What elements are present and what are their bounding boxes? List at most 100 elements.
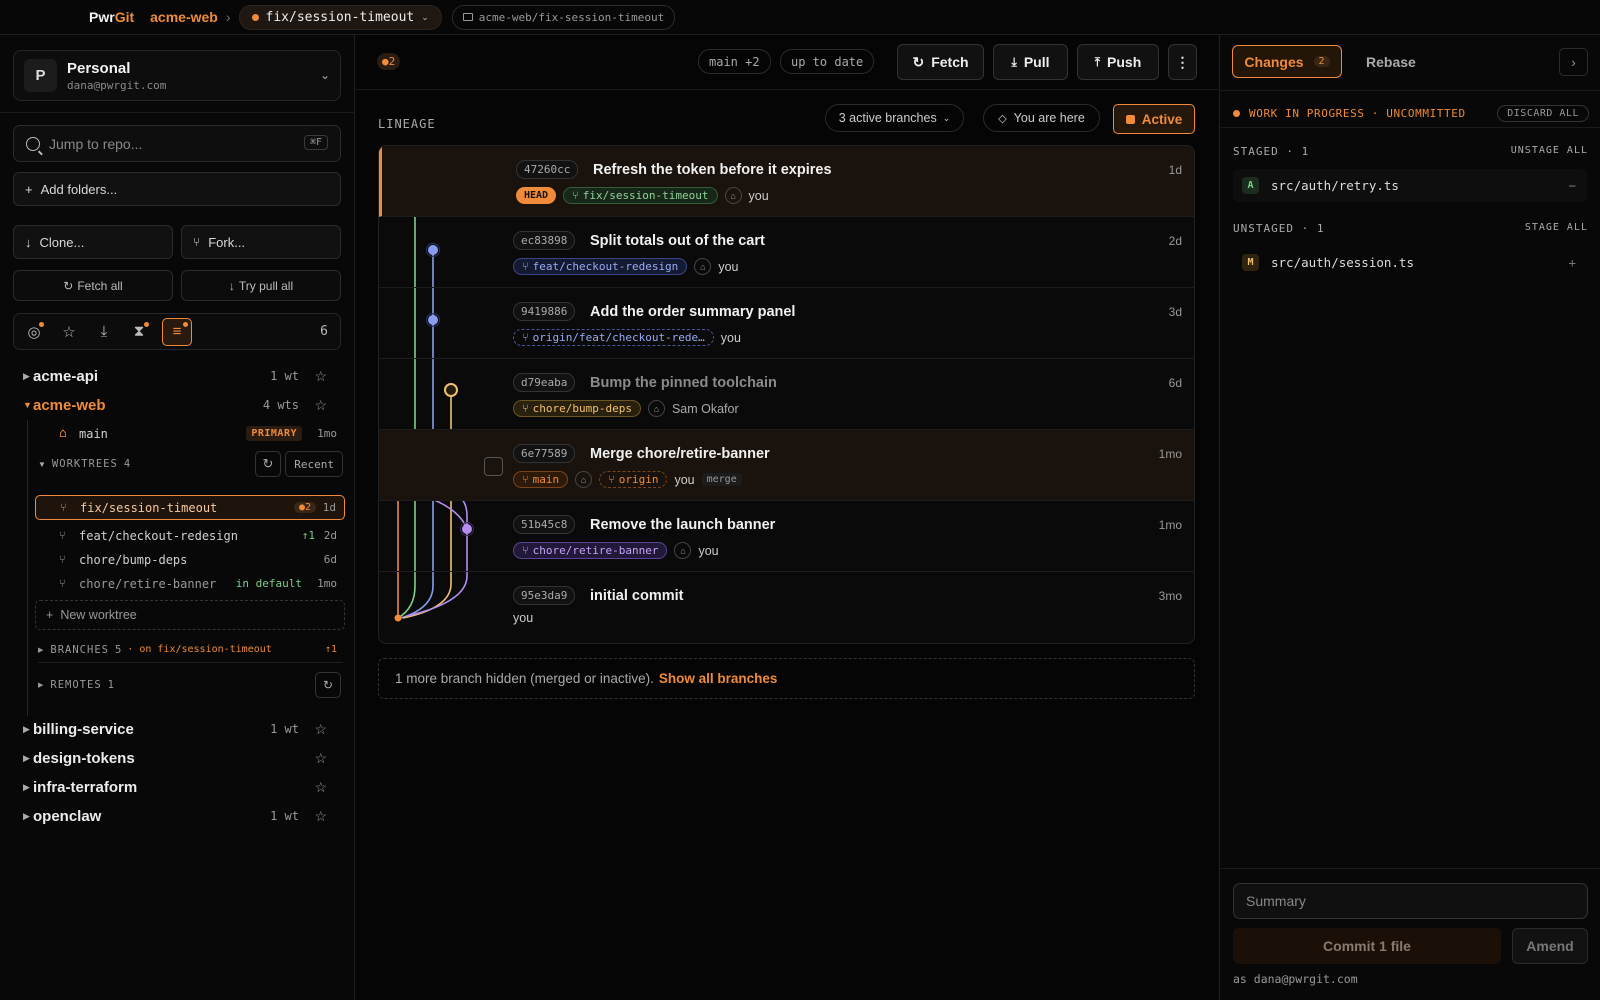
commit-sha[interactable]: 6e77589 — [513, 444, 576, 463]
star-icon[interactable]: ☆ — [314, 808, 327, 825]
branch-tag[interactable]: ⑂ fix/session-timeout — [563, 187, 718, 204]
unstaged-file-row[interactable]: M src/auth/session.ts + — [1233, 246, 1587, 279]
branch-tag[interactable]: ⑂ main — [513, 471, 569, 488]
repo-infra-terraform[interactable]: ▶ infra-terraform ☆ — [0, 773, 355, 801]
more-options-button[interactable]: ⋮ — [1168, 44, 1197, 80]
star-icon[interactable]: ☆ — [314, 750, 327, 767]
worktree-fix-session-timeout[interactable]: ⑂ fix/session-timeout ●2 1d — [35, 495, 345, 520]
active-branches-dropdown[interactable]: 3 active branches ⌄ — [825, 104, 964, 132]
primary-badge: PRIMARY — [246, 426, 302, 441]
branch-icon: ⑂ — [522, 402, 529, 415]
download-icon: ⤓ — [1011, 54, 1017, 69]
filter-list-icon[interactable]: ≡ — [162, 317, 192, 346]
star-icon[interactable]: ☆ — [314, 779, 327, 796]
active-toggle[interactable]: Active — [1113, 104, 1195, 134]
avatar: P — [24, 59, 57, 92]
show-all-branches-link[interactable]: Show all branches — [659, 671, 778, 686]
worktree-chore-bump-deps[interactable]: ⑂ chore/bump-deps 6d — [35, 547, 345, 572]
commit-row[interactable]: 47260cc Refresh the token before it expi… — [379, 146, 1194, 217]
caret-right-icon: ▶ — [23, 810, 30, 821]
base-branch-pill[interactable]: main +2 — [698, 49, 771, 74]
file-path: src/auth/session.ts — [1271, 255, 1414, 270]
unstage-all-button[interactable]: UNSTAGE ALL — [1511, 145, 1588, 158]
star-icon[interactable]: ☆ — [314, 721, 327, 738]
unstage-icon[interactable]: − — [1568, 178, 1576, 193]
changes-count-badge: ●2 — [377, 53, 401, 70]
summary-input[interactable]: Summary — [1233, 883, 1588, 919]
clone-button[interactable]: ↓ Clone... — [13, 225, 173, 259]
select-checkbox[interactable] — [484, 457, 503, 476]
commit-sha[interactable]: 47260cc — [516, 160, 579, 179]
search-input[interactable]: Jump to repo... — [49, 136, 142, 152]
fork-button[interactable]: ⑂ Fork... — [181, 225, 341, 259]
worktree-chore-retire-banner[interactable]: ⑂ chore/retire-banner in default 1mo — [35, 571, 345, 596]
refresh-remotes-button[interactable]: ↻ — [315, 672, 341, 698]
filter-activity-icon[interactable]: ◎ — [19, 318, 49, 346]
fetch-button[interactable]: ↻ Fetch — [897, 44, 984, 80]
commit-row[interactable]: ec83898 Split totals out of the cart 2d … — [379, 217, 1194, 288]
commit-sha[interactable]: 9419886 — [513, 302, 576, 321]
staged-file-row[interactable]: A src/auth/retry.ts − — [1233, 169, 1587, 202]
commit-row[interactable]: 51b45c8 Remove the launch banner 1mo ⑂ ch… — [379, 501, 1194, 572]
tab-changes[interactable]: Changes 2 — [1232, 45, 1342, 78]
add-folders-button[interactable]: + Add folders... — [13, 172, 341, 206]
changes-panel: Changes 2 Rebase › WORK IN PROGRESS · UN… — [1219, 35, 1600, 1000]
pull-button[interactable]: ⤓ Pull — [993, 44, 1068, 80]
merged-status: in default — [235, 577, 302, 590]
main-branch-row[interactable]: ⌂ main PRIMARY 1mo — [35, 421, 345, 446]
branch-icon: ⑂ — [522, 473, 529, 486]
branches-section[interactable]: ▶ BRANCHES 5 · on fix/session-timeout ↑1 — [38, 637, 343, 663]
breadcrumb-repo[interactable]: acme-web — [150, 9, 218, 25]
commit-author: you — [718, 259, 739, 274]
repo-billing-service[interactable]: ▶ billing-service 1 wt ☆ — [0, 715, 355, 743]
worktree-feat-checkout-redesign[interactable]: ⑂ feat/checkout-redesign ↑1 2d — [35, 523, 345, 548]
filter-star-icon[interactable]: ☆ — [54, 318, 84, 346]
try-pull-all-button[interactable]: ↓ Try pull all — [181, 270, 341, 301]
commit-row[interactable]: 6e77589 Merge chore/retire-banner 1mo ⑂ m… — [379, 430, 1194, 501]
commit-row[interactable]: d79eaba Bump the pinned toolchain 6d ⑂ ch… — [379, 359, 1194, 430]
commit-row[interactable]: 9419886 Add the order summary panel 3d ⑂… — [379, 288, 1194, 359]
commit-sha[interactable]: d79eaba — [513, 373, 576, 392]
tab-rebase[interactable]: Rebase — [1366, 45, 1416, 78]
commit-sha[interactable]: 51b45c8 — [513, 515, 576, 534]
star-icon[interactable]: ☆ — [314, 368, 327, 385]
fetch-all-button[interactable]: ↻ Fetch all — [13, 270, 173, 301]
commit-sha[interactable]: ec83898 — [513, 231, 576, 250]
repo-design-tokens[interactable]: ▶ design-tokens ☆ — [0, 744, 355, 772]
star-icon[interactable]: ☆ — [314, 397, 327, 414]
push-button[interactable]: ⤒ Push — [1077, 44, 1159, 80]
filter-download-icon[interactable]: ⤓ — [89, 318, 119, 346]
commit-button[interactable]: Commit 1 file — [1233, 928, 1501, 964]
discard-all-button[interactable]: DISCARD ALL — [1497, 104, 1589, 122]
remote-branch-tag[interactable]: ⑂ origin/feat/checkout-rede… — [513, 329, 714, 346]
branch-selector[interactable]: fix/session-timeout ⌄ — [238, 4, 442, 30]
stage-icon[interactable]: + — [1568, 255, 1576, 270]
filter-hourglass-icon[interactable]: ⧗ — [124, 318, 154, 346]
commit-age: 1mo — [1158, 447, 1182, 461]
you-are-here-button[interactable]: ◇ You are here — [983, 104, 1100, 132]
commit-age: 2d — [1168, 234, 1182, 248]
repo-acme-api[interactable]: ▶ acme-api 1 wt ☆ — [0, 362, 355, 390]
branch-tag[interactable]: ⑂ chore/bump-deps — [513, 400, 641, 417]
commit-sha[interactable]: 95e3da9 — [513, 586, 576, 605]
remote-tag[interactable]: ⑂ origin — [599, 471, 668, 488]
branch-name: fix/session-timeout — [265, 9, 415, 25]
arrow-down-icon: ↓ — [25, 234, 32, 250]
repo-openclaw[interactable]: ▶ openclaw 1 wt ☆ — [0, 802, 355, 830]
repo-search[interactable]: Jump to repo... ⌘F — [13, 125, 341, 162]
recent-sort-button[interactable]: Recent — [285, 451, 343, 477]
refresh-icon: ↻ — [63, 278, 74, 293]
amend-button[interactable]: Amend — [1512, 928, 1588, 964]
collapse-panel-button[interactable]: › — [1559, 48, 1588, 76]
commit-row[interactable]: 95e3da9 initial commit 3mo you — [379, 572, 1194, 643]
refresh-worktrees-button[interactable]: ↻ — [255, 451, 281, 477]
account-switcher[interactable]: P Personal dana@pwrgit.com ⌄ — [13, 50, 341, 101]
branch-tag[interactable]: ⑂ feat/checkout-redesign — [513, 258, 688, 275]
new-worktree-button[interactable]: + New worktree — [35, 600, 345, 630]
remotes-section[interactable]: ▶ REMOTES 1 ↻ — [38, 671, 343, 699]
worktree-path[interactable]: acme-web/fix-session-timeout — [451, 4, 676, 30]
branch-tag[interactable]: ⑂ chore/retire-banner — [513, 542, 668, 559]
worktrees-header[interactable]: ▼ WORKTREES 4 ↻ Recent — [38, 450, 343, 478]
repo-acme-web[interactable]: ▼ acme-web 4 wts ☆ — [0, 391, 355, 419]
stage-all-button[interactable]: STAGE ALL — [1525, 222, 1588, 235]
